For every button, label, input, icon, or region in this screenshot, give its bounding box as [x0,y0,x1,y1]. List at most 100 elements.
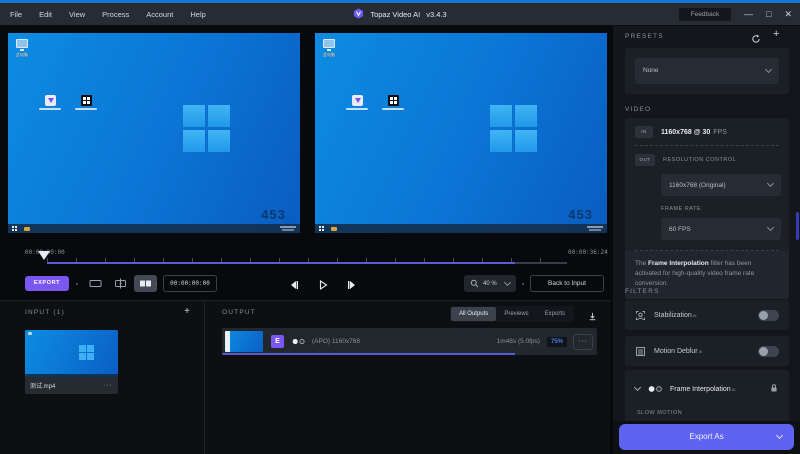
desktop-icons [345,95,405,110]
video-preview-input[interactable]: 此电脑 453 [8,33,300,233]
collapse-chevron-icon[interactable] [634,384,641,391]
preset-select[interactable]: None [635,58,779,84]
tab-all-outputs[interactable]: All Outputs [451,307,496,321]
output-row-label: (APO) 1160x768 [312,338,360,345]
stabilization-toggle[interactable] [758,310,779,321]
presets-card: None [625,48,789,94]
zoom-level-dropdown[interactable]: 40 % [464,275,516,292]
input-file-name: 测试.mp4 [30,381,55,390]
start-icon [12,226,17,231]
this-pc-label: 此电脑 [317,52,341,58]
this-pc-icon [16,39,28,48]
installer-icon [45,95,56,106]
frame-rate-label: FRAME RATE [661,206,779,212]
video-taskbar [8,224,300,233]
output-progress-percent: 75% [547,337,567,347]
video-taskbar [315,224,607,233]
main-content: 此电脑 453 此电脑 453 [0,26,610,454]
split-view-button[interactable] [109,275,132,292]
desktop-icons [38,95,98,110]
this-pc-icon [323,39,335,48]
timeline-track-loaded[interactable] [47,262,515,264]
close-button[interactable]: ✕ [784,3,792,26]
input-video-specs-unit: FPS [713,129,727,136]
refresh-icon [751,34,761,44]
playhead-marker[interactable] [38,251,50,266]
export-all-button[interactable] [588,308,597,326]
lock-icon [769,380,779,398]
next-frame-button[interactable] [341,276,363,294]
ai-superscript: AI [732,387,736,392]
reset-presets-button[interactable] [751,31,761,49]
sidebar-scrollbar-thumb[interactable] [796,212,799,240]
tab-exports[interactable]: Exports [537,307,573,321]
menu-item-account[interactable]: Account [146,10,173,19]
taskbar-clock [587,226,603,231]
filter-name: Stabilization [654,312,692,319]
output-panel: OUTPUT All Outputs Previews Exports E (A… [205,301,610,454]
menu-item-help[interactable]: Help [190,10,205,19]
feedback-button[interactable]: Feedback [679,8,731,21]
side-by-side-view-button[interactable] [134,275,157,292]
app-window: File Edit View Process Account Help Topa… [0,0,800,454]
add-input-button[interactable]: + [184,306,190,317]
single-view-button[interactable] [84,275,107,292]
tab-previews[interactable]: Previews [496,307,536,321]
menu-item-edit[interactable]: Edit [39,10,52,19]
view-mode-group [84,275,157,292]
app-logo-icon [353,6,364,24]
start-icon [319,226,324,231]
motion-deblur-toggle[interactable] [758,346,779,357]
current-time-field[interactable]: 00:00:00:00 [163,275,217,292]
previous-frame-button[interactable] [283,276,305,294]
chevron-down-icon [504,279,511,286]
play-button[interactable] [312,276,334,294]
app-shortcut-icon [81,95,92,106]
timeline-track-rest[interactable] [515,262,567,264]
input-thumbnail-image [25,330,118,377]
export-as-label: Export As [619,424,794,450]
video-preview-output[interactable]: 此电脑 453 [315,33,607,233]
download-icon [588,312,597,321]
video-card: IN 1160x768 @ 30 FPS OUT RESOLUTION CONT… [625,118,789,299]
input-item-menu-button[interactable]: ··· [103,382,113,389]
app-shortcut-icon [388,95,399,106]
timeline[interactable]: 00:00:00:00 00:00:36:24 [0,240,610,270]
input-panel: INPUT (1) + 测试.mp4 ··· [0,301,205,454]
timeline-end-time: 00:00:36:24 [568,249,608,256]
filter-name: Motion Deblur [654,348,698,355]
presets-header: PRESETS [625,33,664,40]
input-panel-title: INPUT (1) [25,309,65,316]
zoom-level-value: 40 % [483,281,497,287]
frame-counter-overlay: 453 [261,207,286,222]
preset-selected-value: None [643,67,659,74]
add-preset-button[interactable]: + [773,28,779,40]
output-row[interactable]: E (APO) 1160x768 1m48s (5.0fps) 75% ··· [222,328,597,355]
frame-rate-select[interactable]: 60 FPS [661,218,781,240]
windows-logo [490,105,537,152]
export-button[interactable]: EXPORT [25,276,69,291]
this-pc-label: 此电脑 [10,52,34,58]
input-thumbnail-card[interactable]: 测试.mp4 ··· [25,330,118,394]
titlebar: File Edit View Process Account Help Topa… [0,3,800,26]
menu-item-view[interactable]: View [69,10,85,19]
installer-icon [352,95,363,106]
taskbar-clock [280,226,296,231]
filters-header: FILTERS [625,288,660,295]
export-as-button[interactable]: Export As [619,424,794,450]
magnifier-icon [470,279,479,288]
frame-counter-overlay: 453 [568,207,593,222]
app-title-text: Topaz Video AI [370,10,420,19]
back-to-input-button[interactable]: Back to Input [530,275,604,292]
ai-superscript: AI [699,349,703,354]
resolution-select[interactable]: 1160x768 (Original) [661,174,781,196]
menu-item-file[interactable]: File [10,10,22,19]
minimize-button[interactable]: — [744,3,753,26]
maximize-button[interactable]: □ [766,3,771,26]
slow-motion-label: SLOW MOTION [637,410,789,416]
output-row-thumbnail [225,331,263,352]
app-version: v3.4.3 [426,10,446,19]
chevron-down-icon [767,180,774,187]
menu-item-process[interactable]: Process [102,10,129,19]
output-row-menu-button[interactable]: ··· [573,334,593,350]
